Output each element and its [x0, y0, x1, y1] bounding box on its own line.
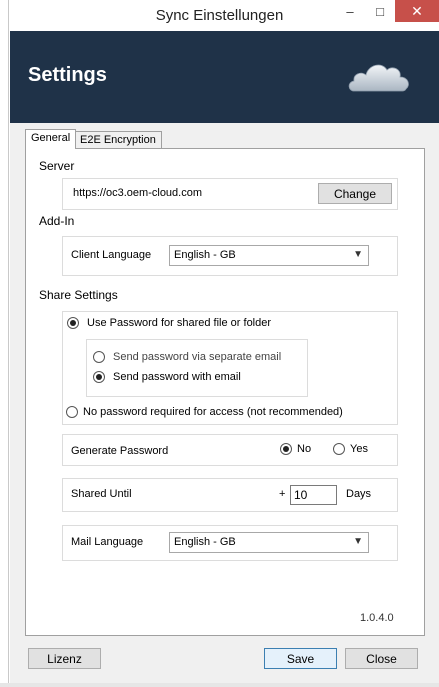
save-button[interactable]: Save	[264, 648, 337, 669]
page-title: Settings	[28, 64, 107, 86]
version-label: 1.0.4.0	[360, 612, 394, 624]
shared-until-label: Shared Until	[71, 488, 132, 500]
send-with-email-label[interactable]: Send password with email	[113, 371, 241, 383]
addin-section-label: Add-In	[39, 214, 75, 228]
mail-language-label: Mail Language	[71, 536, 144, 548]
minimize-button[interactable]: –	[335, 0, 365, 22]
window-border	[0, 0, 9, 687]
client-language-select[interactable]: English - GB ▼	[169, 245, 369, 266]
send-with-email-radio[interactable]	[93, 371, 105, 383]
use-password-label[interactable]: Use Password for shared file or folder	[87, 317, 271, 329]
no-password-label[interactable]: No password required for access (not rec…	[83, 406, 343, 418]
cloud-icon	[348, 64, 409, 92]
shared-until-unit: Days	[346, 488, 372, 500]
generate-password-label: Generate Password	[71, 445, 169, 457]
server-url: https://oc3.oem-cloud.com	[73, 187, 203, 199]
chevron-down-icon: ▼	[353, 536, 363, 547]
use-password-radio[interactable]	[67, 317, 79, 329]
send-password-subgroup	[86, 339, 308, 397]
send-separate-radio[interactable]	[93, 351, 105, 363]
close-window-button[interactable]: ✕	[395, 0, 439, 22]
generate-no-radio[interactable]	[280, 443, 292, 455]
client-language-value: English - GB	[174, 249, 236, 261]
tab-general[interactable]: General	[25, 129, 77, 149]
shared-until-prefix: +	[279, 488, 286, 500]
generate-yes-radio[interactable]	[333, 443, 345, 455]
maximize-button[interactable]: □	[365, 0, 395, 22]
mail-language-value: English - GB	[174, 536, 236, 548]
share-settings-label: Share Settings	[39, 288, 118, 302]
server-section-label: Server	[39, 159, 75, 173]
no-password-radio[interactable]	[66, 406, 78, 418]
chevron-down-icon: ▼	[353, 249, 363, 260]
generate-no-label[interactable]: No	[297, 443, 311, 455]
change-server-button[interactable]: Change	[318, 183, 392, 204]
client-language-label: Client Language	[71, 249, 152, 261]
send-separate-label[interactable]: Send password via separate email	[113, 351, 281, 363]
generate-yes-label[interactable]: Yes	[350, 443, 368, 455]
shared-until-input[interactable]: 10	[290, 485, 337, 505]
tab-e2e-encryption[interactable]: E2E Encryption	[74, 131, 162, 149]
close-button[interactable]: Close	[345, 648, 418, 669]
license-button[interactable]: Lizenz	[28, 648, 101, 669]
window-bottom-edge	[0, 683, 439, 687]
mail-language-select[interactable]: English - GB ▼	[169, 532, 369, 553]
